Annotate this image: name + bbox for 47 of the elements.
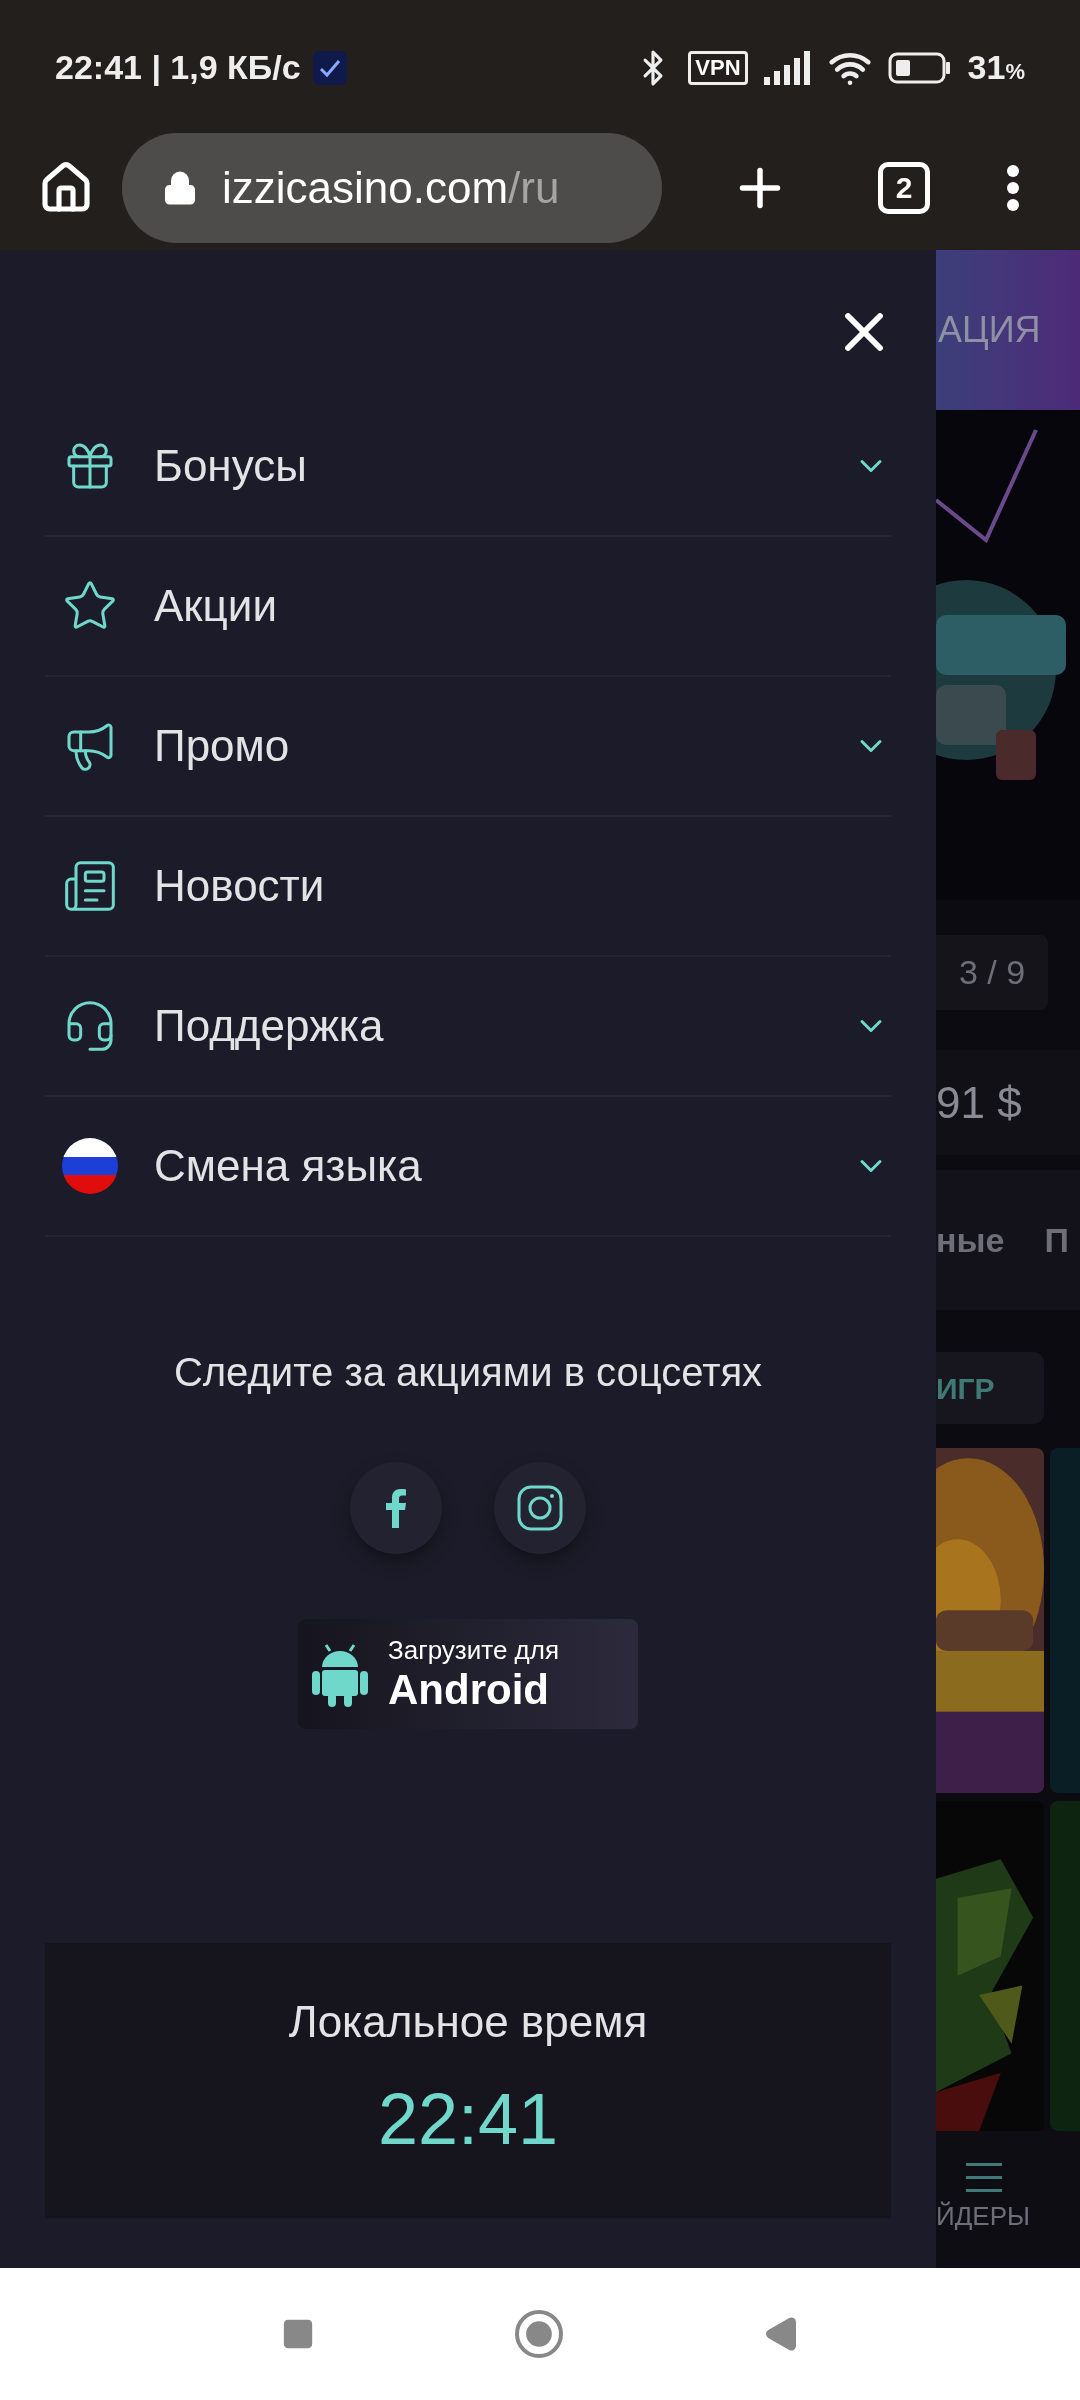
category-tab[interactable]: П (1044, 1214, 1069, 1266)
menu-item[interactable]: Акции (45, 537, 891, 677)
square-icon (281, 2317, 315, 2351)
menu-button[interactable] (1006, 163, 1020, 212)
menu-item[interactable]: Смена языка (45, 1097, 891, 1237)
facebook-icon (385, 1488, 407, 1528)
menu-item[interactable]: Новости (45, 817, 891, 957)
android-download-button[interactable]: Загрузите для Android (298, 1619, 638, 1729)
menu-item-label: Смена языка (154, 1140, 423, 1192)
signal-icon (763, 50, 812, 85)
russian-flag-icon (62, 1138, 118, 1194)
battery-percent: 31% (967, 47, 1025, 88)
menu-item-label: Бонусы (154, 440, 308, 492)
menu-item[interactable]: Поддержка (45, 957, 891, 1097)
menu-item[interactable]: Промо (45, 677, 891, 817)
local-time-value: 22:41 (377, 2077, 559, 2161)
status-time-speed: 22:41 | 1,9 КБ/с (55, 47, 301, 88)
address-bar[interactable]: izzicasino.com/ru (122, 132, 662, 243)
newspaper-icon (62, 858, 118, 914)
back-button[interactable] (763, 2316, 799, 2352)
menu-item-label: Промо (154, 720, 291, 772)
circle-icon (525, 2320, 553, 2348)
back-icon (763, 2316, 799, 2352)
menu-item-label: Поддержка (154, 1000, 385, 1052)
menu-item-label: Новости (154, 860, 326, 912)
check-app-icon (312, 50, 347, 85)
recents-button[interactable] (281, 2317, 315, 2351)
nav-label: ЙДЕРЫ (936, 2200, 1030, 2233)
balance-bar: 91 $ (936, 1050, 1080, 1155)
url-text: izzicasino.com/ru (222, 161, 560, 214)
slide-counter: 3 / 9 (936, 935, 1048, 1010)
menu-item-label: Акции (154, 580, 278, 632)
lock-icon (162, 169, 198, 206)
tab-count-button[interactable]: 2 (878, 161, 930, 214)
instagram-icon (517, 1485, 563, 1531)
all-games-button[interactable]: ИГР (936, 1352, 1044, 1424)
game-tile[interactable] (1050, 1801, 1080, 2131)
promo-banner: АЦИЯ (936, 250, 1080, 410)
menu-icon[interactable] (966, 2163, 1002, 2193)
vpn-badge: VPN (688, 50, 748, 85)
battery-icon (887, 51, 952, 84)
local-time-label: Локальное время (288, 1995, 648, 2048)
home-nav-button[interactable] (515, 2310, 563, 2358)
social-title: Следите за акциями в соцсетях (172, 1349, 764, 1396)
more-icon (1006, 163, 1020, 212)
menu-item[interactable]: Бонусы (45, 397, 891, 537)
category-tab[interactable]: ные (936, 1214, 1005, 1266)
